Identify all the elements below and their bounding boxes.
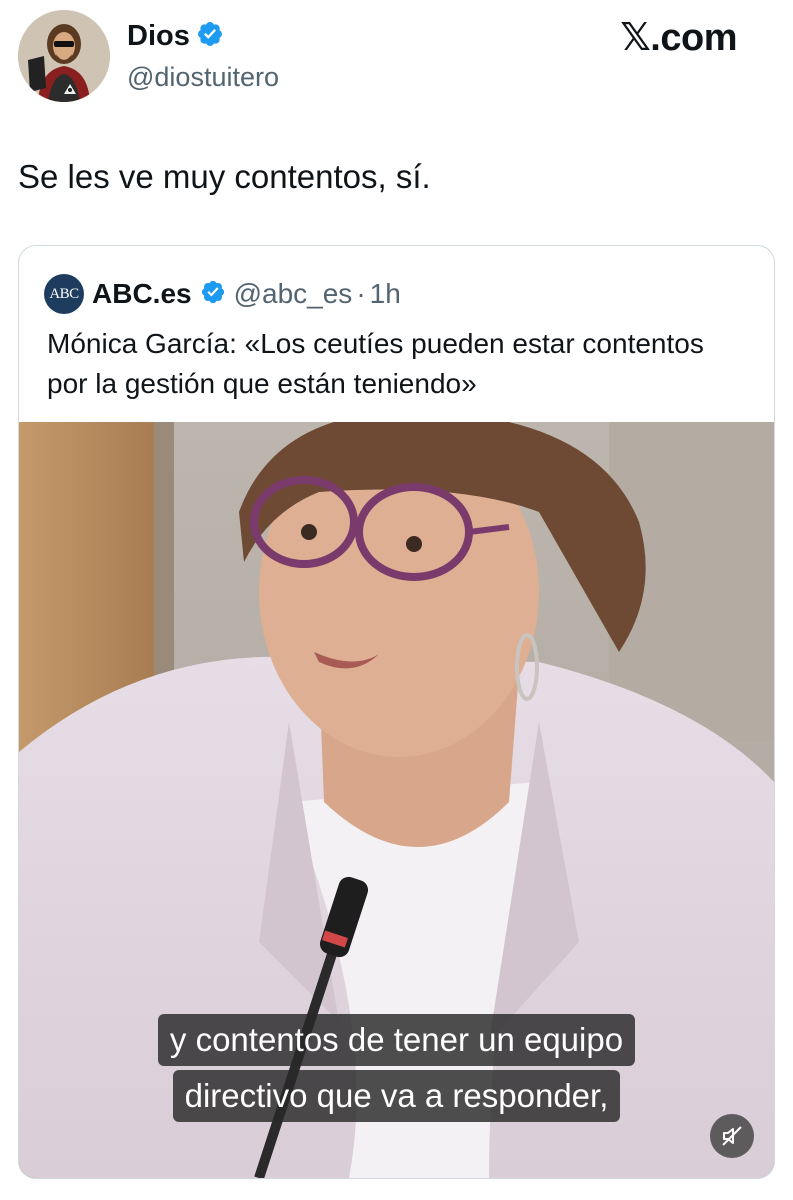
verified-badge-icon (200, 279, 226, 310)
verified-badge-icon (196, 20, 224, 53)
author-name-row: Dios (127, 18, 224, 54)
author-name[interactable]: Dios (127, 18, 190, 54)
quoted-tweet-timestamp[interactable]: 1h (370, 278, 401, 310)
quoted-tweet-header: ABC ABC.es @abc_es · 1h (44, 274, 401, 314)
quoted-tweet-video[interactable]: y contentos de tener un equipo directivo… (19, 422, 774, 1178)
tweet-text: Se les ve muy contentos, sí. (18, 158, 431, 195)
x-logo: 𝕏.com (620, 17, 737, 59)
abc-avatar[interactable]: ABC (44, 274, 84, 314)
video-subtitle-line-2: directivo que va a responder, (19, 1070, 774, 1122)
separator-dot: · (356, 278, 366, 309)
author-handle[interactable]: @diostuitero (127, 60, 279, 94)
quoted-tweet-text: Mónica García: «Los ceutíes pueden estar… (47, 328, 704, 399)
mute-button[interactable] (710, 1114, 754, 1158)
video-subtitle-line-1: y contentos de tener un equipo (19, 1014, 774, 1066)
speaker-muted-icon (722, 1126, 742, 1146)
quoted-author-handle[interactable]: @abc_es (234, 278, 353, 310)
jesus-portrait-avatar-icon (18, 10, 110, 102)
quoted-tweet-card[interactable]: ABC ABC.es @abc_es · 1h Mónica García: «… (18, 245, 775, 1179)
quoted-author-name[interactable]: ABC.es (92, 278, 192, 310)
author-avatar[interactable] (18, 10, 110, 102)
